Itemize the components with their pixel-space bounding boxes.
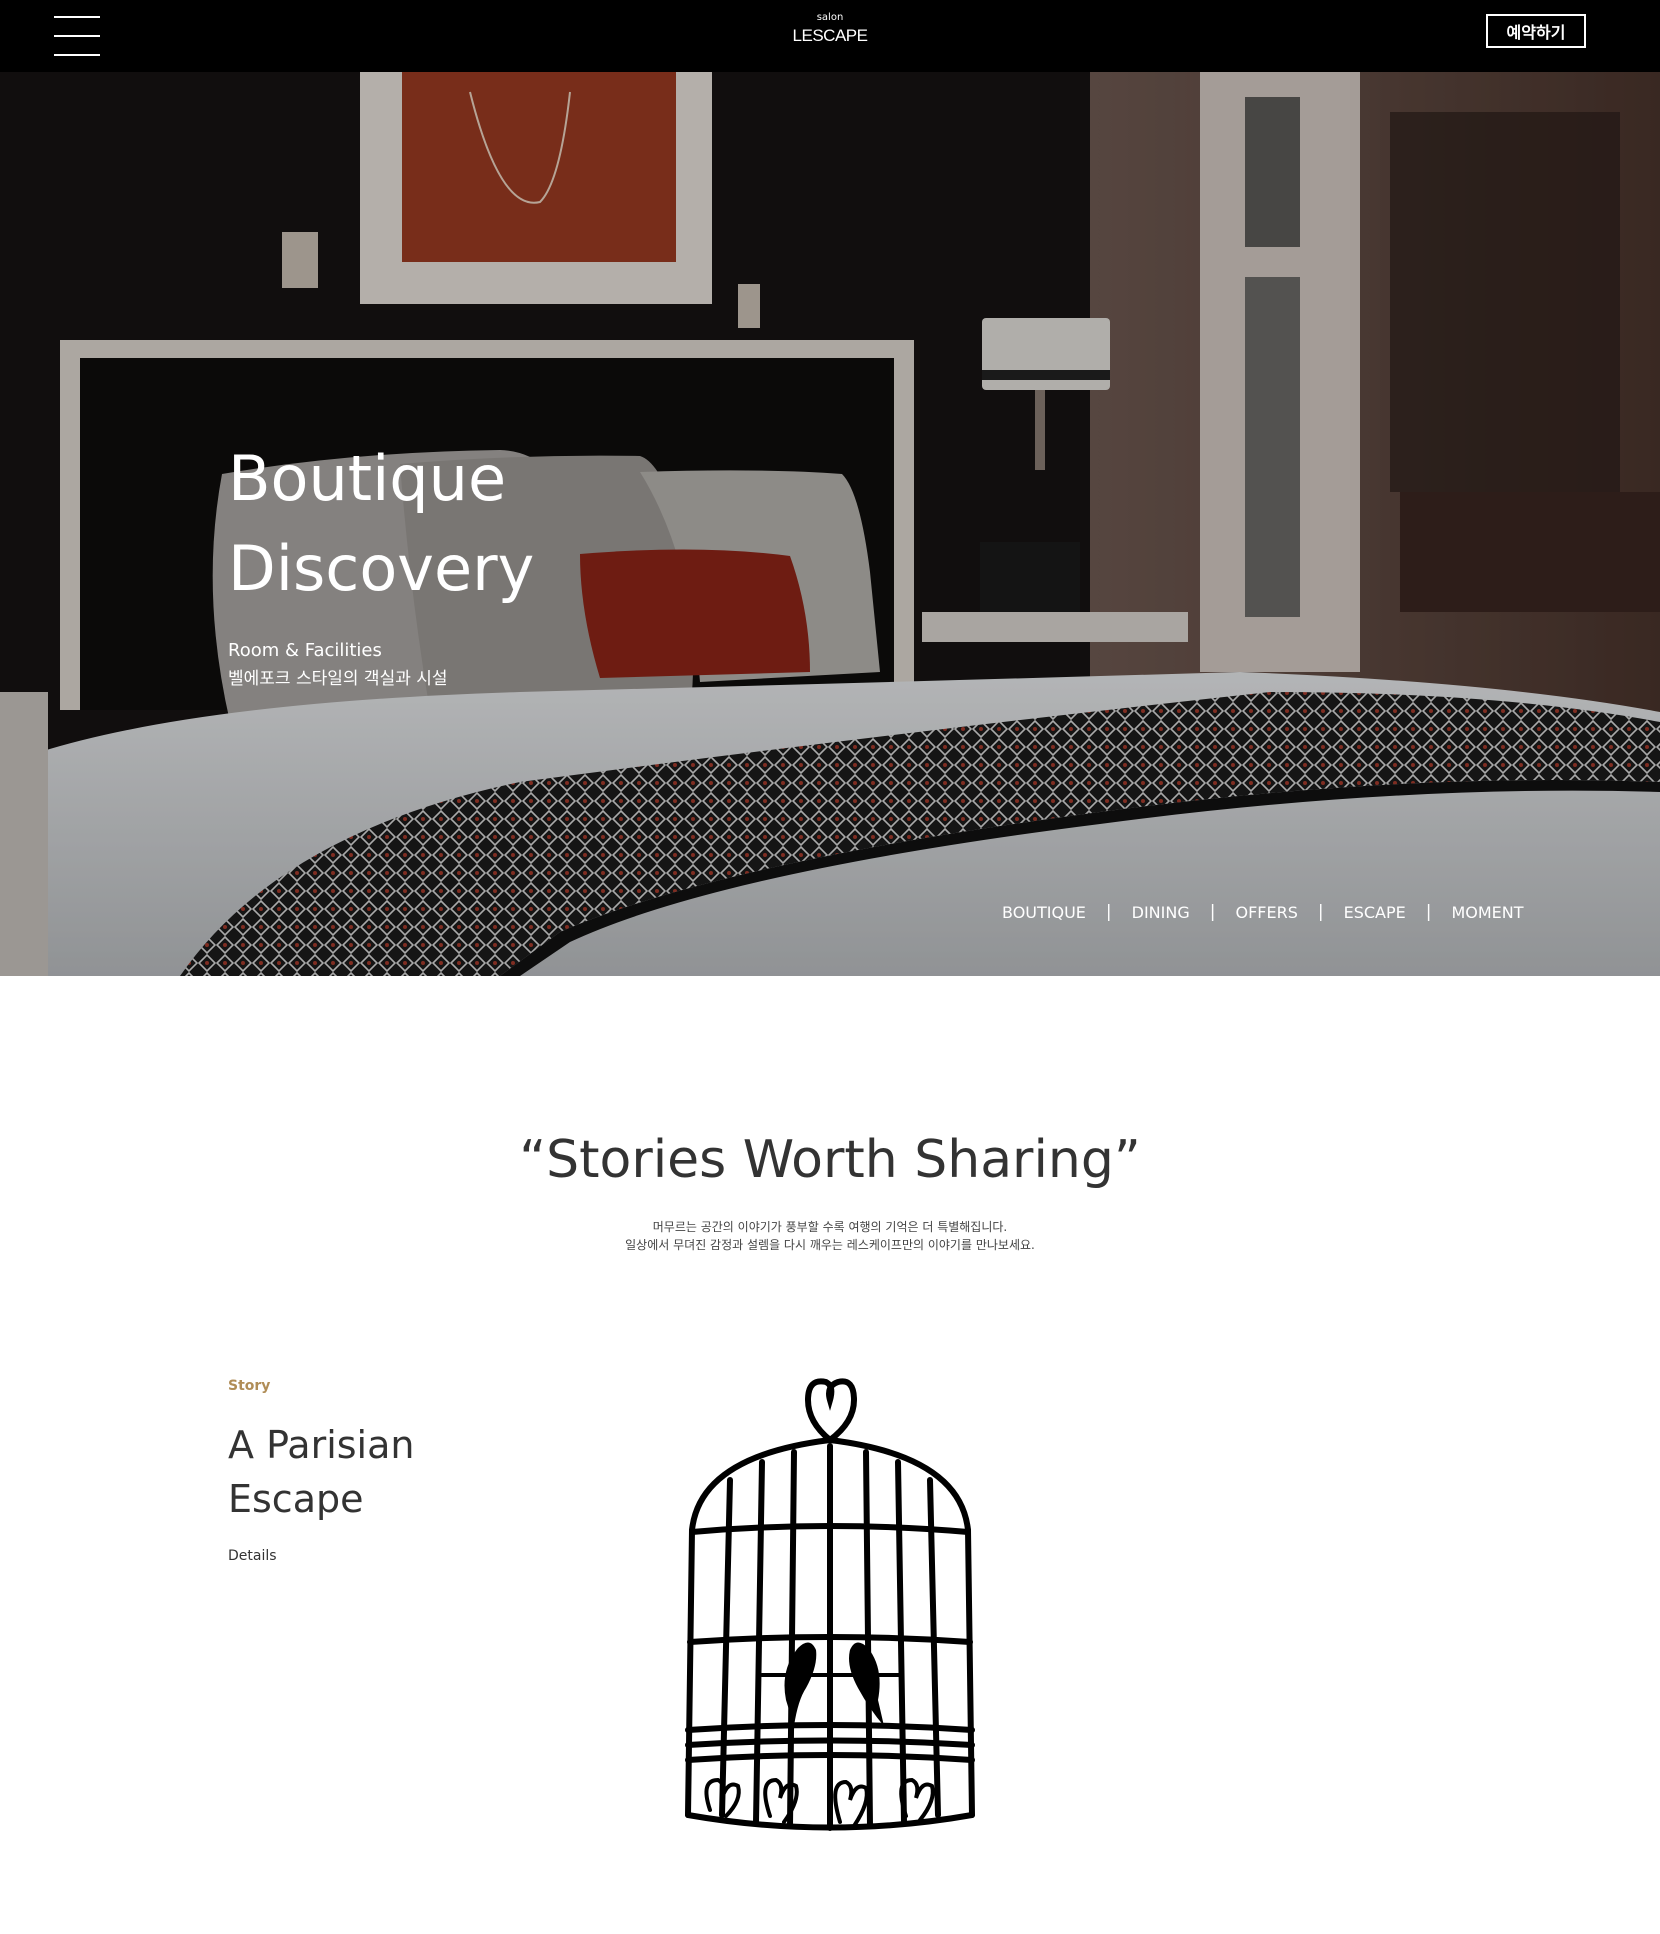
nav-separator: |	[1105, 902, 1112, 922]
logo-small-text: salon	[816, 12, 844, 23]
reserve-button[interactable]: 예약하기	[1486, 14, 1586, 48]
nav-separator: |	[1425, 902, 1432, 922]
story-title-line2: Escape	[228, 1477, 364, 1521]
stories-desc-line1: 머무르는 공간의 이야기가 풍부할 수록 여행의 기억은 더 특별해집니다.	[652, 1220, 1008, 1234]
story-title-line1: A Parisian	[228, 1423, 415, 1467]
top-navigation-bar: salon LESCAPE 예약하기	[0, 0, 1660, 72]
nav-link-moment[interactable]: MOMENT	[1451, 903, 1523, 922]
stories-description: 머무르는 공간의 이야기가 풍부할 수록 여행의 기억은 더 특별해집니다. 일…	[0, 1218, 1660, 1254]
site-logo[interactable]: salon LESCAPE	[0, 12, 1660, 46]
stories-heading: “Stories Worth Sharing”	[519, 1130, 1141, 1190]
hero-title-line2: Discovery	[228, 532, 535, 605]
logo-main-text: LESCAPE	[792, 26, 868, 45]
hero-subtitle: Room & Facilities	[228, 640, 382, 661]
stories-desc-line2: 일상에서 무뎌진 감정과 설렘을 다시 깨우는 레스케이프만의 이야기를 만나보…	[625, 1238, 1035, 1252]
story-details-link[interactable]: Details	[228, 1548, 277, 1564]
hero-banner: Boutique Discovery Room & Facilities 벨에포…	[0, 72, 1660, 976]
story-category-label: Story	[228, 1378, 271, 1394]
nav-separator: |	[1209, 902, 1216, 922]
birdcage-illustration	[685, 1378, 975, 1831]
nav-link-offers[interactable]: OFFERS	[1235, 903, 1297, 922]
hamburger-line	[54, 54, 100, 56]
hero-title-line1: Boutique	[228, 442, 507, 515]
hero-category-nav: BOUTIQUE | DINING | OFFERS | ESCAPE | MO…	[1002, 902, 1524, 922]
nav-link-boutique[interactable]: BOUTIQUE	[1002, 903, 1086, 922]
story-title: A Parisian Escape	[228, 1418, 488, 1526]
nav-separator: |	[1317, 902, 1324, 922]
nav-link-dining[interactable]: DINING	[1132, 903, 1190, 922]
nav-link-escape[interactable]: ESCAPE	[1344, 903, 1406, 922]
hero-subtitle-korean: 벨에포크 스타일의 객실과 시설	[228, 669, 448, 689]
hero-title: Boutique Discovery	[228, 434, 748, 614]
